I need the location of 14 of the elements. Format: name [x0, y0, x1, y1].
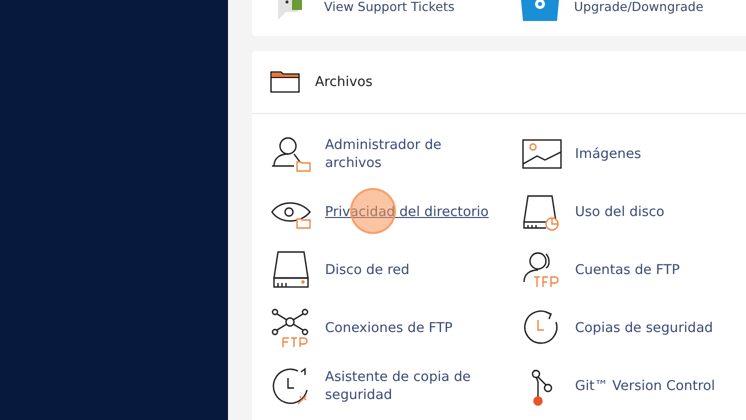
folder-icon: [270, 71, 300, 93]
tool-link[interactable]: Uso del disco: [575, 203, 746, 221]
tool-link[interactable]: Imágenes: [575, 145, 746, 163]
tool-link[interactable]: Cuentas de FTP: [575, 261, 746, 279]
tool-link[interactable]: Conexiones de FTP: [325, 319, 502, 337]
top-link[interactable]: Upgrade/Downgrade: [574, 0, 704, 14]
top-link[interactable]: View Support Tickets: [324, 0, 455, 14]
tool-link[interactable]: Privacidad del directorio: [325, 203, 502, 221]
tool-link[interactable]: Disco de red: [325, 261, 502, 279]
section-title: Archivos: [315, 74, 373, 90]
tool-link[interactable]: Administrador de archivos: [325, 136, 502, 172]
tool-link[interactable]: Copias de seguridad: [575, 319, 746, 337]
tool-link[interactable]: Git™ Version Control: [575, 377, 746, 395]
tool-link[interactable]: Asistente de copia de seguridad: [325, 368, 502, 404]
